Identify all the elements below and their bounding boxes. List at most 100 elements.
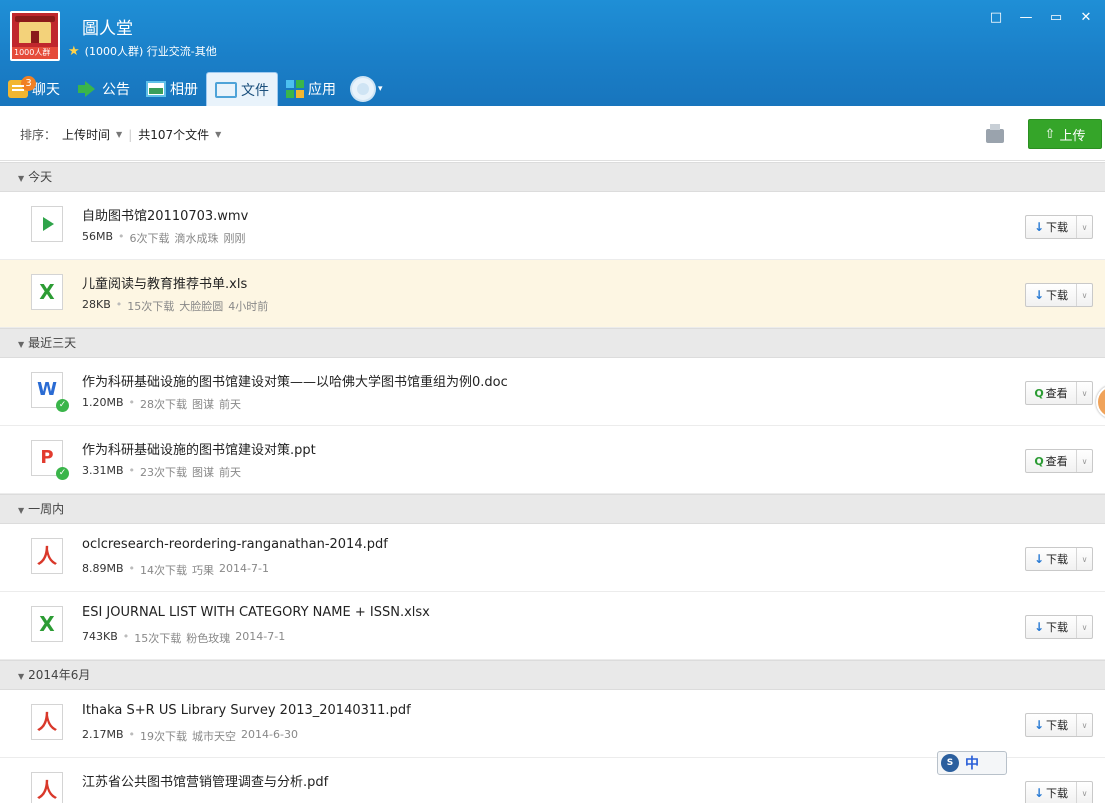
download-button[interactable]: ↓ 下载 ∨: [1025, 547, 1093, 571]
chevron-down-icon[interactable]: ∨: [1076, 450, 1092, 472]
chevron-down-icon[interactable]: ∨: [1076, 284, 1092, 306]
file-size: 8.89MB: [82, 562, 124, 575]
file-row[interactable]: 自助图书馆20110703.wmv 56MB • 6次下载 滴水成珠 刚刚 ↓ 下载 ∨: [0, 192, 1105, 260]
download-arrow-icon: ↓: [1033, 786, 1045, 800]
uploader[interactable]: 巧果: [192, 562, 214, 578]
file-name[interactable]: 作为科研基础设施的图书馆建设对策——以哈佛大学图书馆重组为例0.doc: [82, 371, 508, 390]
upload-button[interactable]: ⇧ 上传: [1028, 119, 1102, 149]
file-toolbar: 排序： 上传时间 ▼ | 共107个文件 ▼ ⇧ 上传: [0, 106, 1105, 161]
download-arrow-icon: ↓: [1033, 552, 1045, 566]
search-icon: Q: [1034, 386, 1044, 400]
tab-label: 公告: [102, 82, 130, 98]
excel-icon[interactable]: X: [31, 606, 63, 642]
star-icon: ★: [68, 43, 80, 59]
ppt-icon[interactable]: P ✓: [31, 440, 69, 480]
file-row[interactable]: P ✓ 作为科研基础设施的图书馆建设对策.ppt 3.31MB • 23次下载 图谋 前天 Q 查…: [0, 426, 1105, 494]
section-header[interactable]: ▼ 今天: [0, 162, 1105, 192]
tab-label: 应用: [308, 82, 336, 98]
file-name[interactable]: 作为科研基础设施的图书馆建设对策.ppt: [82, 439, 316, 458]
logo-tag: 1000人群: [12, 47, 58, 59]
play-icon[interactable]: [31, 206, 63, 242]
download-arrow-icon: ↓: [1033, 220, 1045, 234]
uploader[interactable]: 大脸脸圆: [179, 298, 223, 314]
file-name[interactable]: oclcresearch-reordering-ranganathan-2014…: [82, 537, 388, 552]
uploader[interactable]: 城市天空: [192, 728, 236, 744]
printer-icon[interactable]: [986, 124, 1004, 143]
uploader[interactable]: 滴水成珠: [175, 230, 219, 246]
excel-icon[interactable]: X: [31, 274, 63, 310]
file-meta: 743KB • 15次下载 粉色玫瑰 2014-7-1: [82, 630, 285, 646]
action-label: 查看: [1045, 387, 1068, 400]
tab-chat[interactable]: 3 聊天: [0, 72, 68, 106]
file-name[interactable]: 儿童阅读与教育推荐书单.xls: [82, 273, 247, 292]
notice-icon: [76, 81, 98, 97]
upload-time: 2014-6-30: [241, 728, 298, 741]
close-button[interactable]: ✕: [1073, 8, 1099, 28]
file-count-dropdown[interactable]: 共107个文件: [138, 126, 209, 143]
chevron-down-icon[interactable]: ▼: [116, 130, 122, 139]
file-size: 1.20MB: [82, 396, 124, 409]
uploader[interactable]: 图谋: [192, 396, 214, 412]
file-name[interactable]: ESI JOURNAL LIST WITH CATEGORY NAME + IS…: [82, 605, 430, 620]
collapse-triangle-icon[interactable]: ▼: [18, 506, 24, 515]
uploader[interactable]: 粉色玫瑰: [186, 630, 230, 646]
meta-separator: •: [118, 230, 125, 243]
ime-language[interactable]: 中: [965, 753, 979, 773]
chevron-down-icon[interactable]: ∨: [1076, 616, 1092, 638]
checkmark-icon: ✓: [56, 399, 69, 412]
tab-files[interactable]: 文件: [206, 72, 278, 106]
file-name[interactable]: Ithaka S+R US Library Survey 2013_201403…: [82, 703, 411, 718]
menu-window-button[interactable]: □: [983, 8, 1009, 28]
group-logo[interactable]: 1000人群: [10, 11, 60, 61]
file-row[interactable]: X 儿童阅读与教育推荐书单.xls 28KB • 15次下载 大脸脸圆 4小时前 ↓ 下载 ∨: [0, 260, 1105, 328]
tab-settings[interactable]: ▾: [344, 72, 391, 106]
word-doc-icon[interactable]: W ✓: [31, 372, 69, 412]
sort-dropdown[interactable]: 上传时间: [62, 126, 110, 143]
file-row[interactable]: X ESI JOURNAL LIST WITH CATEGORY NAME + I…: [0, 592, 1105, 660]
upload-time: 4小时前: [228, 300, 269, 313]
section-header[interactable]: ▼ 2014年6月: [0, 660, 1105, 690]
chevron-down-icon[interactable]: ∨: [1076, 782, 1092, 803]
file-row[interactable]: 人 oclcresearch-reordering-ranganathan-201…: [0, 524, 1105, 592]
meta-separator: •: [128, 728, 136, 741]
file-row[interactable]: W ✓ 作为科研基础设施的图书馆建设对策——以哈佛大学图书馆重组为例0.doc 1.2…: [0, 358, 1105, 426]
ime-status-bar[interactable]: S 中: [937, 751, 1007, 775]
download-button[interactable]: ↓ 下载 ∨: [1025, 615, 1093, 639]
pdf-icon[interactable]: 人: [31, 704, 63, 740]
collapse-triangle-icon[interactable]: ▼: [18, 174, 24, 183]
file-meta: 3.31MB • 23次下载 图谋 前天: [82, 464, 241, 480]
pdf-icon[interactable]: 人: [31, 772, 63, 803]
collapse-triangle-icon[interactable]: ▼: [18, 340, 24, 349]
action-label: 下载: [1046, 719, 1069, 732]
file-name[interactable]: 江苏省公共图书馆营销管理调查与分析.pdf: [82, 771, 328, 790]
chevron-down-icon[interactable]: ∨: [1076, 548, 1092, 570]
tab-album[interactable]: 相册: [138, 72, 206, 106]
sort-label: 排序：: [20, 128, 57, 142]
uploader[interactable]: 图谋: [192, 464, 214, 480]
checkmark-icon: ✓: [56, 467, 69, 480]
maximize-button[interactable]: ▭: [1043, 8, 1069, 28]
download-button[interactable]: ↓ 下载 ∨: [1025, 781, 1093, 803]
section-header[interactable]: ▼ 最近三天: [0, 328, 1105, 358]
download-button[interactable]: ↓ 下载 ∨: [1025, 283, 1093, 307]
pdf-icon[interactable]: 人: [31, 538, 63, 574]
collapse-triangle-icon[interactable]: ▼: [18, 672, 24, 681]
view-button[interactable]: Q 查看 ∨: [1025, 449, 1093, 473]
chevron-down-icon[interactable]: ∨: [1076, 714, 1092, 736]
file-row[interactable]: 人 Ithaka S+R US Library Survey 2013_20140…: [0, 690, 1105, 758]
tab-notice[interactable]: 公告: [68, 72, 138, 106]
chevron-down-icon[interactable]: ∨: [1076, 382, 1092, 404]
tab-apps[interactable]: 应用: [278, 72, 344, 106]
folder-icon: [215, 81, 237, 98]
file-meta: 8.89MB • 14次下载 巧果 2014-7-1: [82, 562, 269, 578]
download-button[interactable]: ↓ 下载 ∨: [1025, 713, 1093, 737]
file-size: 3.31MB: [82, 464, 124, 477]
download-button[interactable]: ↓ 下载 ∨: [1025, 215, 1093, 239]
chevron-down-icon[interactable]: ▼: [215, 130, 221, 139]
chevron-down-icon[interactable]: ∨: [1076, 216, 1092, 238]
download-count: 23次下载: [140, 466, 188, 479]
file-name[interactable]: 自助图书馆20110703.wmv: [82, 205, 248, 224]
minimize-button[interactable]: —: [1013, 8, 1039, 28]
view-button[interactable]: Q 查看 ∨: [1025, 381, 1093, 405]
section-header[interactable]: ▼ 一周内: [0, 494, 1105, 524]
